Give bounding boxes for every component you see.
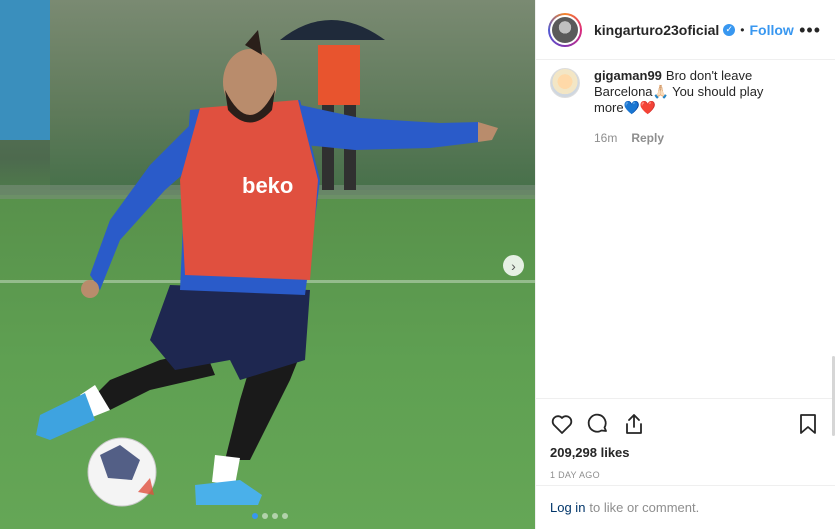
follow-button[interactable]: Follow — [749, 22, 793, 38]
post-header: kingarturo23oficial ✓ • Follow ••• — [536, 0, 835, 60]
comments-section: gigaman99 Bro don't leave Barcelona🙏🏻 You… — [536, 60, 835, 436]
carousel-indicator — [252, 513, 288, 519]
login-prompt: Log in to like or comment. — [536, 485, 835, 529]
svg-text:beko: beko — [242, 173, 293, 198]
commenter-avatar[interactable] — [550, 68, 580, 98]
carousel-dot — [272, 513, 278, 519]
comment-bubble-icon[interactable] — [586, 410, 618, 438]
login-link[interactable]: Log in — [550, 500, 585, 515]
chevron-right-icon: › — [511, 257, 516, 274]
post-photo[interactable]: beko › — [0, 0, 535, 529]
action-bar — [550, 405, 819, 443]
carousel-dot — [282, 513, 288, 519]
share-icon[interactable] — [622, 410, 654, 438]
login-suffix-text: to like or comment. — [589, 500, 700, 515]
reply-button[interactable]: Reply — [631, 131, 664, 145]
player-figure: beko — [36, 20, 498, 507]
comment-item: gigaman99 Bro don't leave Barcelona🙏🏻 You… — [550, 68, 819, 146]
author-avatar[interactable] — [548, 12, 582, 47]
post-timestamp[interactable]: 1 DAY AGO — [550, 470, 819, 480]
commenter-username[interactable]: gigaman99 — [594, 68, 662, 83]
post-actions-section: 209,298 likes 1 DAY AGO — [536, 398, 835, 498]
bookmark-icon[interactable] — [787, 410, 819, 438]
verified-badge-icon: ✓ — [723, 23, 736, 36]
carousel-next-button[interactable]: › — [503, 255, 524, 276]
more-options-icon[interactable]: ••• — [799, 21, 821, 39]
heart-icon[interactable] — [550, 410, 582, 438]
carousel-dot — [252, 513, 258, 519]
post-side-panel: kingarturo23oficial ✓ • Follow ••• gigam… — [535, 0, 835, 529]
carousel-dot — [262, 513, 268, 519]
likes-count[interactable]: 209,298 likes — [550, 445, 819, 460]
author-username[interactable]: kingarturo23oficial — [594, 22, 719, 38]
comment-time[interactable]: 16m — [594, 131, 617, 145]
separator-dot: • — [740, 22, 745, 37]
